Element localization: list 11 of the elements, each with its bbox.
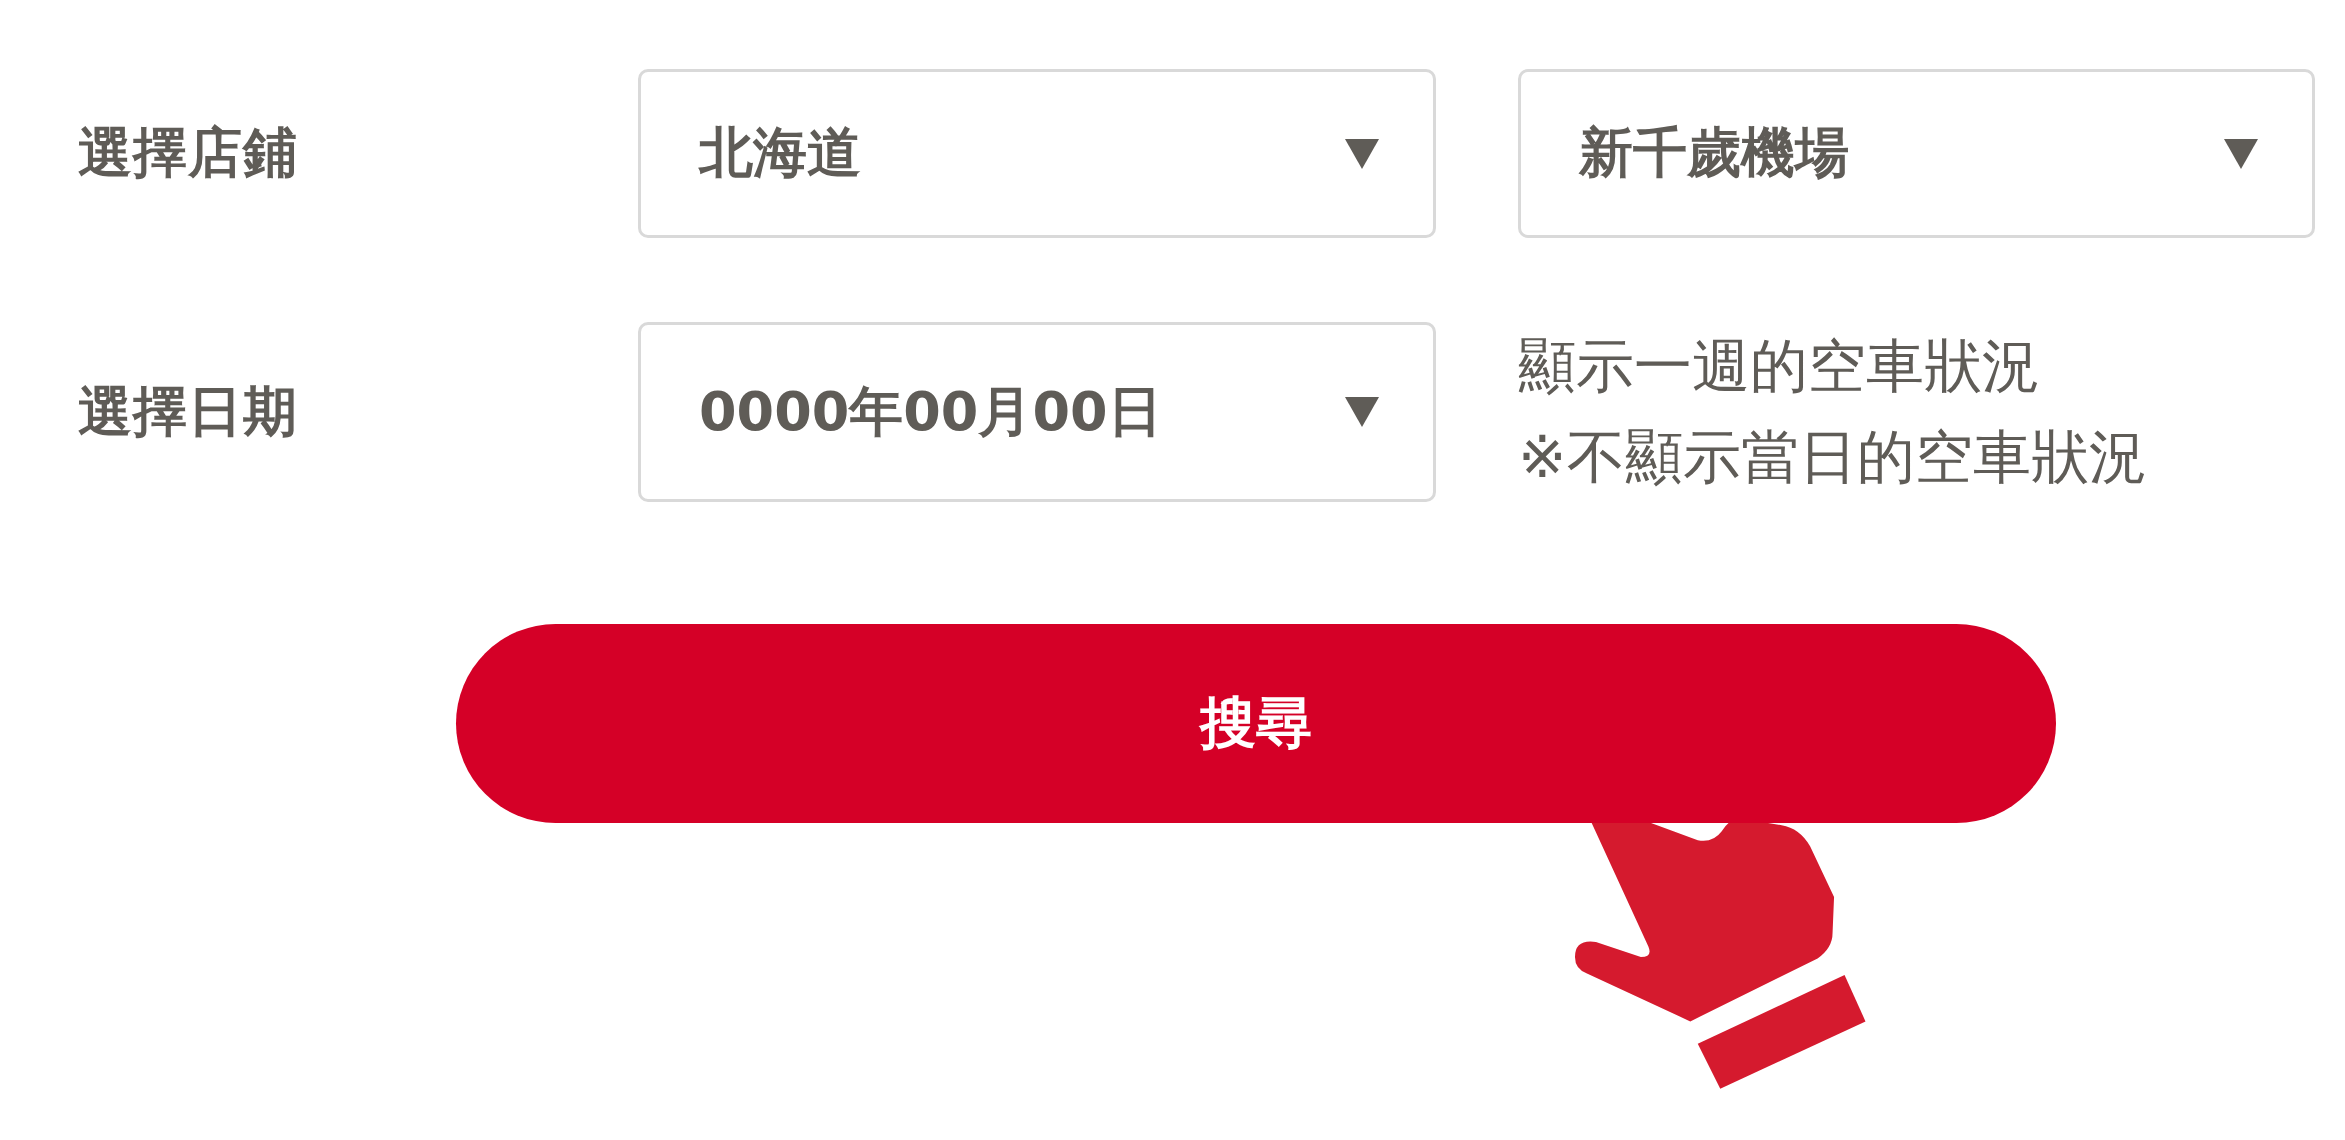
field-label: 選擇店鋪: [78, 120, 299, 186]
search-button[interactable]: 搜尋: [456, 624, 2056, 823]
note-text: 顯示一週的空車狀況: [1518, 331, 2041, 402]
note-text: ※不顯示當日的空車狀況: [1518, 422, 2148, 493]
caret-icon: [1345, 397, 1379, 427]
dropdown[interactable]: 新千歲機場: [1518, 69, 2315, 238]
caret-icon: [1345, 138, 1379, 169]
dropdown[interactable]: 北海道: [638, 69, 1436, 238]
dropdown[interactable]: 0000年00月00日: [638, 322, 1436, 502]
field-label: 選擇日期: [78, 378, 299, 445]
caret-icon: [2224, 138, 2258, 169]
